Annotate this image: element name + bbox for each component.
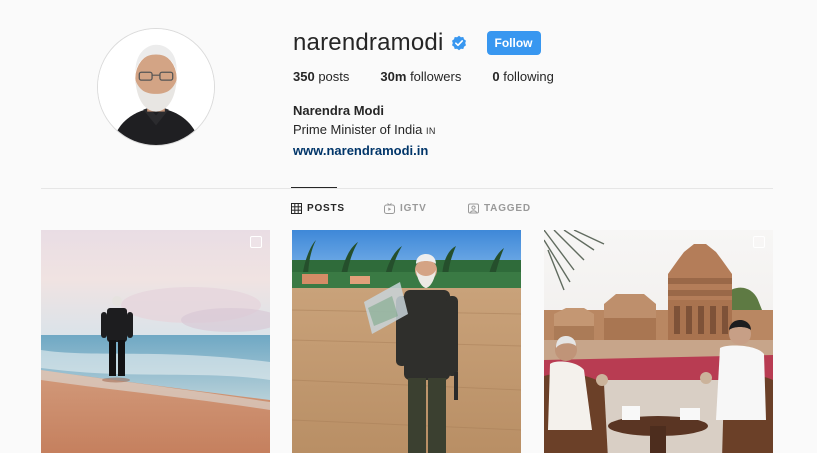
profile-tabs: POSTS IGTV TAGGED <box>0 203 817 217</box>
tagged-icon <box>468 203 479 214</box>
avatar-image <box>98 29 214 145</box>
post-thumbnail[interactable] <box>41 230 270 453</box>
tab-posts-label: POSTS <box>307 203 345 214</box>
followers-count: 30m <box>380 69 407 84</box>
profile-stats: 350 posts 30m followers 0 following <box>293 69 773 84</box>
website-link[interactable]: www.narendramodi.in <box>293 143 428 158</box>
following-count: 0 <box>492 69 500 84</box>
followers-stat[interactable]: 30m followers <box>380 69 461 84</box>
post-thumbnail[interactable] <box>544 230 773 453</box>
posts-count: 350 <box>293 69 315 84</box>
post-image-beach-walk <box>41 230 270 453</box>
tab-igtv[interactable]: IGTV <box>384 203 427 214</box>
profile-avatar[interactable] <box>97 28 215 146</box>
grid-icon <box>291 203 302 214</box>
profile-bio: Narendra Modi Prime Minister of India IN… <box>293 101 773 160</box>
country-code: IN <box>425 126 436 136</box>
post-thumbnail[interactable] <box>292 230 521 453</box>
section-divider <box>41 188 773 189</box>
followers-label: followers <box>410 69 462 84</box>
tab-posts[interactable]: POSTS <box>291 203 345 214</box>
posts-stat: 350 posts <box>293 69 349 84</box>
username-row: narendramodi Follow <box>293 28 773 58</box>
tab-tagged[interactable]: TAGGED <box>468 203 531 214</box>
bio-text: Prime Minister of India <box>293 122 423 137</box>
multiple-photos-icon <box>753 236 765 248</box>
active-tab-indicator <box>291 187 337 188</box>
tab-tagged-label: TAGGED <box>484 203 531 214</box>
post-image-beach-cleanup <box>292 230 521 453</box>
post-image-temple-meeting <box>544 230 773 453</box>
tab-igtv-label: IGTV <box>400 203 427 214</box>
profile-header: narendramodi Follow 350 posts 30m follow… <box>293 28 773 160</box>
bio-text-line: Prime Minister of India IN <box>293 120 773 141</box>
multiple-photos-icon <box>250 236 262 248</box>
following-label: following <box>503 69 554 84</box>
igtv-icon <box>384 203 395 214</box>
username: narendramodi <box>293 29 444 56</box>
follow-button[interactable]: Follow <box>486 31 541 55</box>
posts-label: posts <box>318 69 350 84</box>
full-name: Narendra Modi <box>293 103 385 118</box>
verified-badge-icon <box>451 35 467 51</box>
following-stat[interactable]: 0 following <box>492 69 553 84</box>
